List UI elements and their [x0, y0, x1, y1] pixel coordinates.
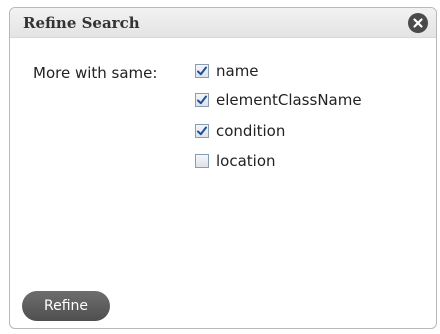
elementclassname-option-label: elementClassName	[216, 91, 362, 109]
elementclassname-checkbox[interactable]	[195, 93, 209, 107]
close-icon	[413, 18, 423, 28]
condition-checkbox[interactable]	[195, 124, 209, 138]
name-option-label: name	[216, 62, 259, 80]
dialog-title: Refine Search	[23, 14, 140, 32]
name-checkbox[interactable]	[195, 64, 209, 78]
dialog-titlebar: Refine Search	[10, 8, 436, 38]
location-checkbox[interactable]	[195, 154, 209, 168]
more-with-same-label: More with same:	[33, 64, 158, 82]
checkmark-icon	[197, 126, 207, 136]
condition-option-label: condition	[216, 122, 286, 140]
close-button[interactable]	[408, 13, 428, 33]
option-condition[interactable]: condition	[195, 122, 285, 140]
option-elementclassname[interactable]: elementClassName	[195, 91, 362, 109]
refine-search-dialog: Refine Search More with same: name eleme…	[9, 7, 437, 329]
option-name[interactable]: name	[195, 62, 259, 80]
refine-button[interactable]: Refine	[22, 291, 110, 321]
checkmark-icon	[197, 66, 207, 76]
checkmark-icon	[197, 95, 207, 105]
option-location[interactable]: location	[195, 152, 276, 170]
location-option-label: location	[216, 152, 276, 170]
